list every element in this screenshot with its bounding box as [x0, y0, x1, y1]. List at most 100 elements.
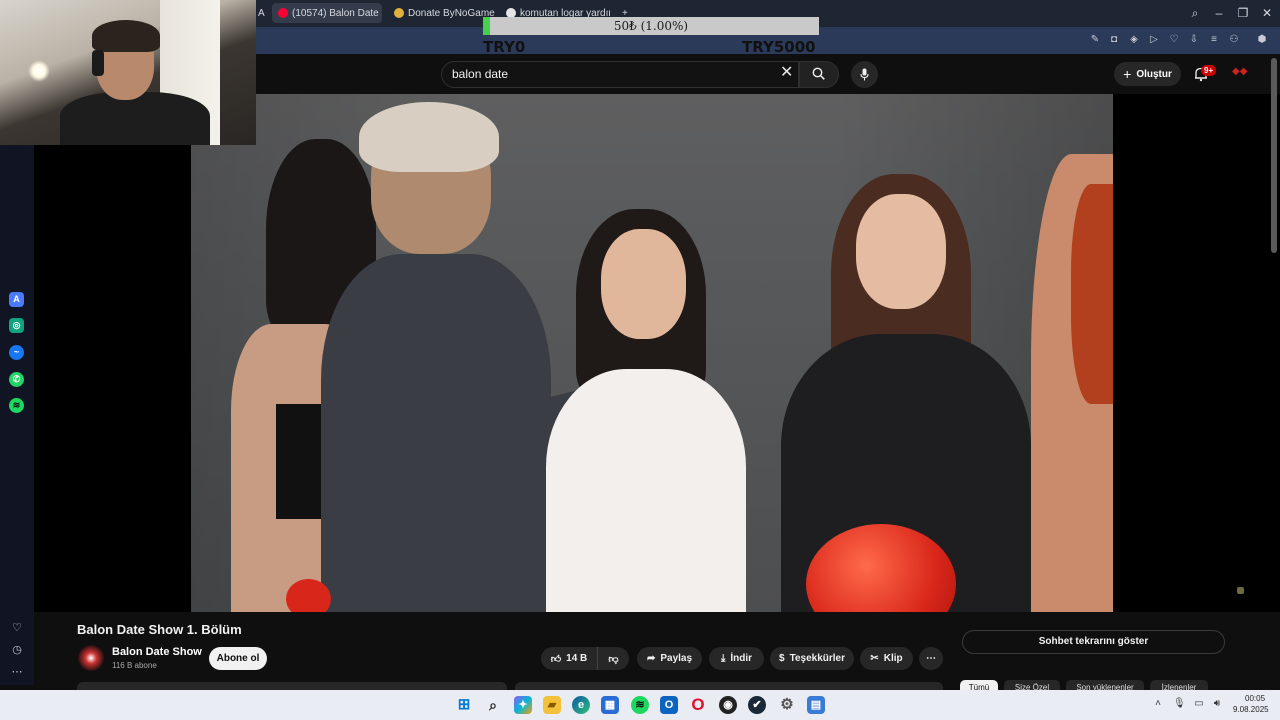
- shield-icon[interactable]: ◈: [1128, 34, 1140, 46]
- download-icon[interactable]: ⇩: [1188, 34, 1200, 46]
- person-host-hair: [359, 102, 499, 172]
- super-thanks-icon: $: [779, 653, 785, 664]
- comments-box-top: [515, 682, 943, 690]
- thumbs-up-icon: 👍︎: [550, 653, 562, 665]
- volume-icon[interactable]: 🔊︎: [1211, 698, 1223, 710]
- person-center-dress: [546, 369, 746, 612]
- video-title: Balon Date Show 1. Bölüm: [77, 622, 242, 637]
- close-icon[interactable]: ✕: [1260, 6, 1274, 20]
- opera-icon[interactable]: O: [689, 696, 707, 714]
- history-icon[interactable]: ◷: [10, 643, 24, 657]
- tab-balon-date[interactable]: (10574) Balon Date Sh: [272, 3, 382, 23]
- taskbar-search-icon[interactable]: ⌕: [484, 696, 502, 714]
- edge-icon[interactable]: e: [572, 696, 590, 714]
- spotify-taskbar-icon[interactable]: ≋: [631, 696, 649, 714]
- person-center-face: [601, 229, 686, 339]
- tray-expand-icon[interactable]: ˄: [1152, 698, 1164, 710]
- copilot-icon[interactable]: ✦: [514, 696, 532, 714]
- plus-icon: +: [1123, 66, 1132, 82]
- restore-icon[interactable]: ❐: [1236, 6, 1250, 20]
- share-arrow-icon: ➦: [646, 653, 656, 664]
- person-far-right-hair: [1071, 184, 1113, 404]
- voice-search-button[interactable]: [851, 61, 878, 88]
- spotify-icon[interactable]: ≋: [9, 398, 24, 413]
- search-icon: [812, 67, 825, 80]
- play-icon[interactable]: ▷: [1148, 34, 1160, 46]
- chip-watched[interactable]: İzlenenler: [1150, 680, 1208, 690]
- download-arrow-icon: ⤓: [720, 653, 726, 664]
- notification-count-badge: 9+: [1201, 65, 1217, 76]
- bynogame-icon: [394, 8, 404, 18]
- chatgpt-icon[interactable]: ◎: [9, 318, 24, 333]
- subscribe-button[interactable]: Abone ol: [209, 647, 267, 670]
- webcam-overlay: [0, 0, 256, 145]
- network-icon[interactable]: ▭: [1193, 698, 1205, 710]
- video-letterbox-right: [1113, 94, 1280, 612]
- clear-search-icon[interactable]: ✕: [780, 65, 793, 81]
- store-icon[interactable]: ▦: [601, 696, 619, 714]
- dislike-button[interactable]: 👎︎: [597, 647, 629, 670]
- microphone-icon: [860, 68, 869, 81]
- more-apps-icon[interactable]: ⋯: [10, 665, 24, 679]
- red-balloon-left: [286, 579, 331, 612]
- clock-time[interactable]: 00:05: [1245, 694, 1265, 703]
- settings-gear-icon[interactable]: ⚙: [778, 696, 796, 714]
- chip-recent[interactable]: Son yüklenenler: [1066, 680, 1144, 690]
- scissors-icon: ✂: [870, 653, 879, 664]
- channel-name[interactable]: Balon Date Show: [112, 646, 202, 658]
- youtube-icon: [278, 8, 288, 18]
- clock-date[interactable]: 9.08.2025: [1233, 705, 1269, 714]
- description-box-top: [77, 682, 507, 690]
- aria-ai-icon[interactable]: A: [9, 292, 24, 307]
- extension-icon[interactable]: ⬢: [1256, 34, 1268, 46]
- media-app-icon[interactable]: ▤: [807, 696, 825, 714]
- show-chat-replay-button[interactable]: Sohbet tekrarını göster: [962, 630, 1225, 654]
- search-input-value: balon date: [452, 67, 509, 81]
- favorites-icon[interactable]: ♡: [10, 621, 24, 635]
- minimize-icon[interactable]: –: [1212, 6, 1226, 20]
- messenger-icon[interactable]: ~: [9, 345, 24, 360]
- thanks-button[interactable]: $ Teşekkürler: [770, 647, 854, 670]
- share-button[interactable]: ➦ Paylaş: [637, 647, 702, 670]
- donation-min-label: TRY0: [483, 38, 526, 56]
- edit-icon[interactable]: ✎: [1089, 34, 1101, 46]
- page-scrollbar[interactable]: [1271, 58, 1277, 253]
- account-avatar[interactable]: ◆◆: [1232, 66, 1250, 80]
- thumbs-down-icon: 👎︎: [608, 653, 619, 665]
- menu-icon[interactable]: ≡: [1208, 34, 1220, 46]
- webcam-person-shirt: [60, 92, 210, 145]
- chip-for-you[interactable]: Size Özel: [1004, 680, 1060, 690]
- donation-progress-text: 50₺ (1.00%): [613, 19, 689, 33]
- download-button[interactable]: ⤓ İndir: [709, 647, 764, 670]
- donation-progress-bar: 50₺ (1.00%): [483, 17, 819, 35]
- microphone-tray-icon[interactable]: 🎙︎: [1173, 698, 1186, 710]
- channel-subscriber-count: 116 B abone: [112, 661, 157, 670]
- steam-icon[interactable]: ✔: [748, 696, 766, 714]
- browser-search-icon[interactable]: ⌕: [1188, 6, 1202, 20]
- heart-icon[interactable]: ♡: [1168, 34, 1180, 46]
- file-explorer-icon[interactable]: ▰: [543, 696, 561, 714]
- webcam-lamp: [28, 60, 50, 82]
- obs-icon[interactable]: ◉: [719, 696, 737, 714]
- create-button[interactable]: + Oluştur: [1114, 62, 1181, 86]
- camera-icon[interactable]: ◘: [1108, 34, 1120, 46]
- whatsapp-icon[interactable]: ✆: [9, 372, 24, 387]
- like-button[interactable]: 👍︎ 14 B: [541, 647, 597, 670]
- outlook-icon[interactable]: O: [660, 696, 678, 714]
- donation-max-label: TRY5000: [742, 38, 816, 56]
- clip-button[interactable]: ✂ Klip: [860, 647, 913, 670]
- chip-all[interactable]: Tümü: [960, 680, 998, 690]
- browser-app-sidebar: [0, 145, 34, 685]
- headset-icon: [92, 50, 104, 76]
- video-letterbox-left: [34, 94, 191, 612]
- webcam-person-hair: [92, 20, 160, 52]
- channel-avatar[interactable]: [78, 645, 104, 671]
- tab-donate[interactable]: Donate ByNoGame - BNG: [388, 3, 496, 23]
- person-right-face: [856, 194, 946, 309]
- tab-partial[interactable]: A: [256, 3, 270, 23]
- start-icon[interactable]: ⊞: [455, 696, 473, 714]
- more-actions-button[interactable]: ⋯: [919, 647, 943, 670]
- video-player[interactable]: [191, 94, 1113, 612]
- profile-icon[interactable]: ⚇: [1228, 34, 1240, 46]
- settings-indicator-icon: [1237, 587, 1244, 594]
